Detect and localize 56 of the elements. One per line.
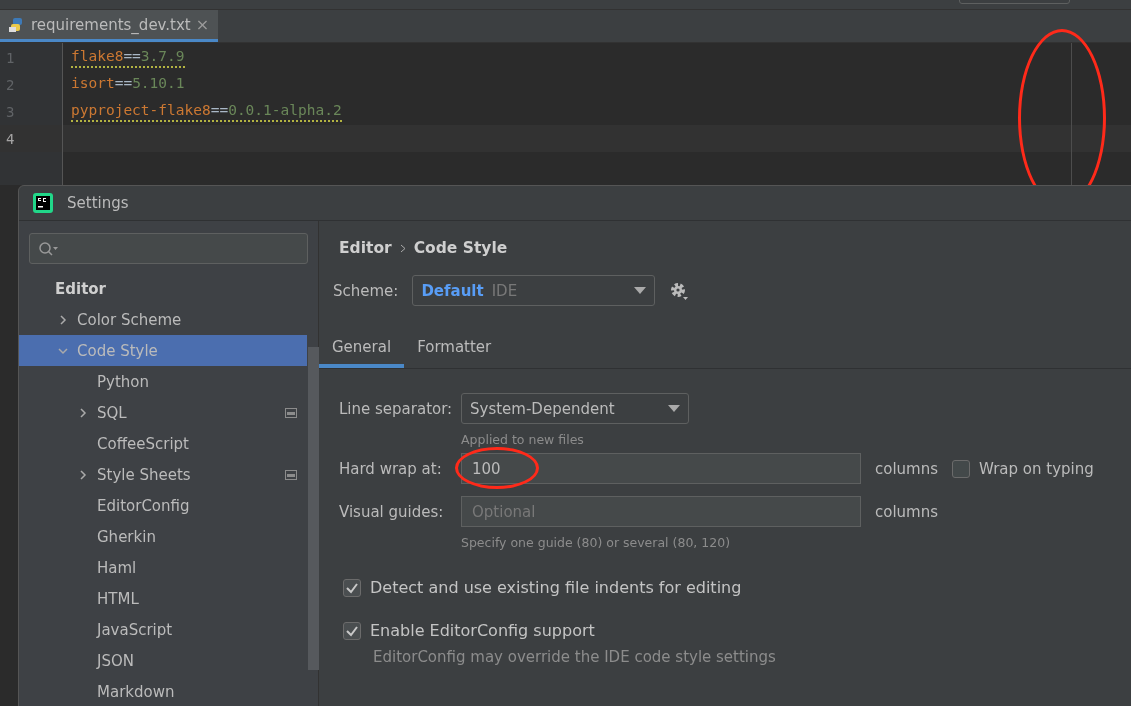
tree-item[interactable]: EditorConfig [19, 490, 307, 521]
chevron-icon[interactable] [57, 313, 69, 326]
breadcrumb-item[interactable]: Editor [339, 239, 392, 257]
breadcrumb-item[interactable]: Code Style [413, 239, 508, 257]
hard-wrap-field[interactable]: 100 [461, 453, 861, 484]
scheme-dropdown[interactable]: Default IDE [412, 275, 656, 306]
tree-item[interactable]: Haml [19, 552, 307, 583]
hint-text: Specify one guide (80) or several (80, 120) [461, 534, 731, 552]
editor-tab[interactable]: requirements_dev.txt × [0, 10, 218, 42]
checkbox[interactable] [343, 578, 361, 597]
checkbox[interactable] [952, 459, 971, 478]
scrollbar-thumb[interactable] [308, 347, 319, 670]
app-logo-icon [33, 193, 53, 213]
unit-label: columns [875, 459, 939, 478]
tree-item[interactable]: Gherkin [19, 521, 307, 552]
search-field[interactable] [29, 233, 308, 264]
tree-item[interactable]: JavaScript [19, 614, 307, 645]
field-label: Hard wrap at: [339, 459, 443, 478]
field-label: Line separator: [339, 399, 454, 418]
tree-item[interactable]: SQL [19, 397, 307, 428]
tree-item[interactable]: Markdown [19, 676, 307, 706]
code-line: flake8==3.7.9 [71, 47, 185, 68]
tree-item[interactable]: Style Sheets [19, 459, 307, 490]
line-number: 4 [6, 130, 15, 147]
dropdown-caret-icon [668, 405, 680, 412]
tree-item[interactable]: Color Scheme [19, 304, 307, 335]
chevron-icon [399, 243, 406, 253]
code-line: isort==5.10.1 [71, 74, 185, 93]
tree-header: Editor [54, 279, 107, 300]
tab-label: requirements_dev.txt [31, 15, 191, 34]
settings-tab[interactable]: General [319, 338, 405, 368]
checkbox-label: Detect and use existing file indents for editing [370, 578, 742, 597]
field-label: Scheme: [333, 281, 399, 300]
note-text: EditorConfig may override the IDE code style settings [372, 647, 777, 666]
settings-tab[interactable]: Formatter [404, 338, 505, 368]
project-scheme-icon [285, 407, 297, 418]
tree-item[interactable]: HTML [19, 583, 307, 614]
unit-label: columns [875, 502, 939, 521]
checkbox-label: Wrap on typing [979, 459, 1094, 478]
dropdown-caret-icon [634, 287, 647, 294]
chevron-icon[interactable] [77, 406, 89, 419]
tree-item[interactable]: JSON [19, 645, 307, 676]
project-scheme-icon [285, 469, 297, 480]
tree-item[interactable]: CoffeeScript [19, 428, 307, 459]
tree-item[interactable]: Python [19, 366, 307, 397]
checkbox-label: Enable EditorConfig support [370, 621, 595, 640]
chevron-icon[interactable] [77, 468, 89, 481]
hint-text: Applied to new files [461, 431, 585, 449]
checkbox[interactable] [343, 621, 361, 640]
dialog-title: Settings [67, 194, 129, 212]
search-icon [38, 240, 60, 257]
code-line: pyproject-flake8==0.0.1-alpha.2 [71, 101, 342, 122]
field-label: Visual guides: [339, 502, 445, 521]
gear-icon[interactable] [669, 280, 690, 301]
close-icon[interactable]: × [195, 15, 210, 34]
line-separator-dropdown[interactable]: System-Dependent [461, 393, 689, 424]
